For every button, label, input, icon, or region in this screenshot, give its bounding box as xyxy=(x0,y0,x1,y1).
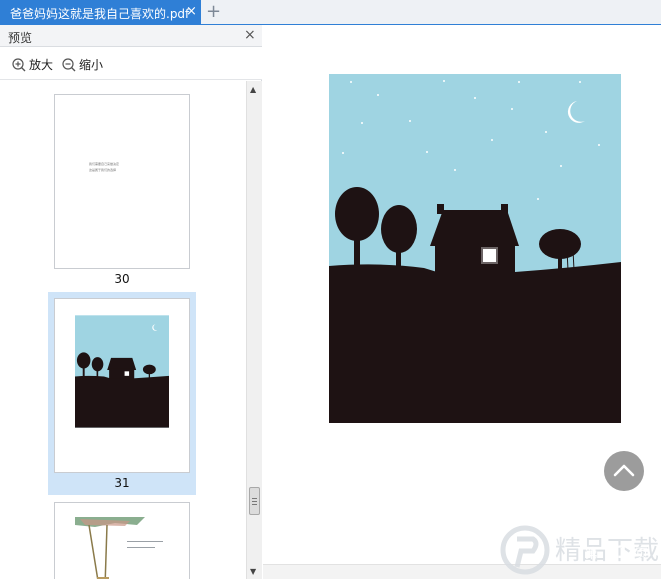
page-indicator-prefix: 第 xyxy=(585,546,599,562)
tab-bar: 爸爸妈妈这就是我自己喜欢的.pdf × + xyxy=(0,0,661,25)
thumbnail-30-text: 我们需要自己来做决定 这是属于我们的选择 xyxy=(89,162,120,172)
chevron-up-icon xyxy=(613,464,635,477)
zoom-in-button[interactable]: 放大 xyxy=(12,56,53,73)
zoom-in-icon xyxy=(12,57,26,71)
thumbnail-32-text-line xyxy=(127,541,163,542)
thumbnail-scrollbar[interactable]: ▲ ▼ xyxy=(246,81,262,579)
thumbnail-page-number: 31 xyxy=(114,476,130,490)
thumbnail-page-30[interactable]: 我们需要自己来做决定 这是属于我们的选择 xyxy=(54,94,190,269)
close-panel-icon[interactable]: × xyxy=(244,27,256,43)
document-tab-label: 爸爸妈妈这就是我自己喜欢的.pdf xyxy=(10,7,190,21)
thumbnail-32-text-line xyxy=(127,547,155,548)
thumbnail-page-32[interactable] xyxy=(54,502,190,579)
thumbnail-page-31[interactable] xyxy=(54,298,190,473)
document-viewer[interactable]: 精品下载 第 31 页 xyxy=(263,25,661,579)
back-to-top-button[interactable] xyxy=(604,451,644,491)
page-indicator-suffix: 页 xyxy=(635,546,649,562)
scrollbar-thumb[interactable] xyxy=(249,487,260,515)
current-page-number[interactable]: 31 xyxy=(604,542,629,563)
preview-panel: 预览 × 放大 缩小 我们需要自己来做决定 这是属于我们的选择 30 31 ▲ … xyxy=(0,25,262,579)
zoom-out-icon xyxy=(62,57,76,71)
scroll-down-arrow-icon[interactable]: ▼ xyxy=(250,567,256,576)
thumbnail-page-number: 30 xyxy=(114,272,130,286)
zoom-in-label: 放大 xyxy=(29,58,54,72)
zoom-toolbar: 放大 缩小 xyxy=(0,47,262,80)
new-tab-button[interactable]: + xyxy=(206,1,221,22)
page-31-illustration xyxy=(329,74,621,423)
close-tab-icon[interactable]: × xyxy=(186,4,197,19)
thumbnail-31-illustration xyxy=(75,315,169,428)
preview-panel-title: 预览 xyxy=(8,31,33,45)
document-tab[interactable]: 爸爸妈妈这就是我自己喜欢的.pdf xyxy=(0,0,201,25)
page-indicator: 第 31 页 xyxy=(585,537,648,567)
zoom-out-label: 缩小 xyxy=(79,58,104,72)
preview-panel-header: 预览 × xyxy=(0,25,262,47)
thumbnail-32-illustration xyxy=(75,517,145,579)
zoom-out-button[interactable]: 缩小 xyxy=(62,56,103,73)
scroll-up-arrow-icon[interactable]: ▲ xyxy=(250,85,256,94)
thumbnail-list: 我们需要自己来做决定 这是属于我们的选择 30 31 xyxy=(0,81,246,579)
